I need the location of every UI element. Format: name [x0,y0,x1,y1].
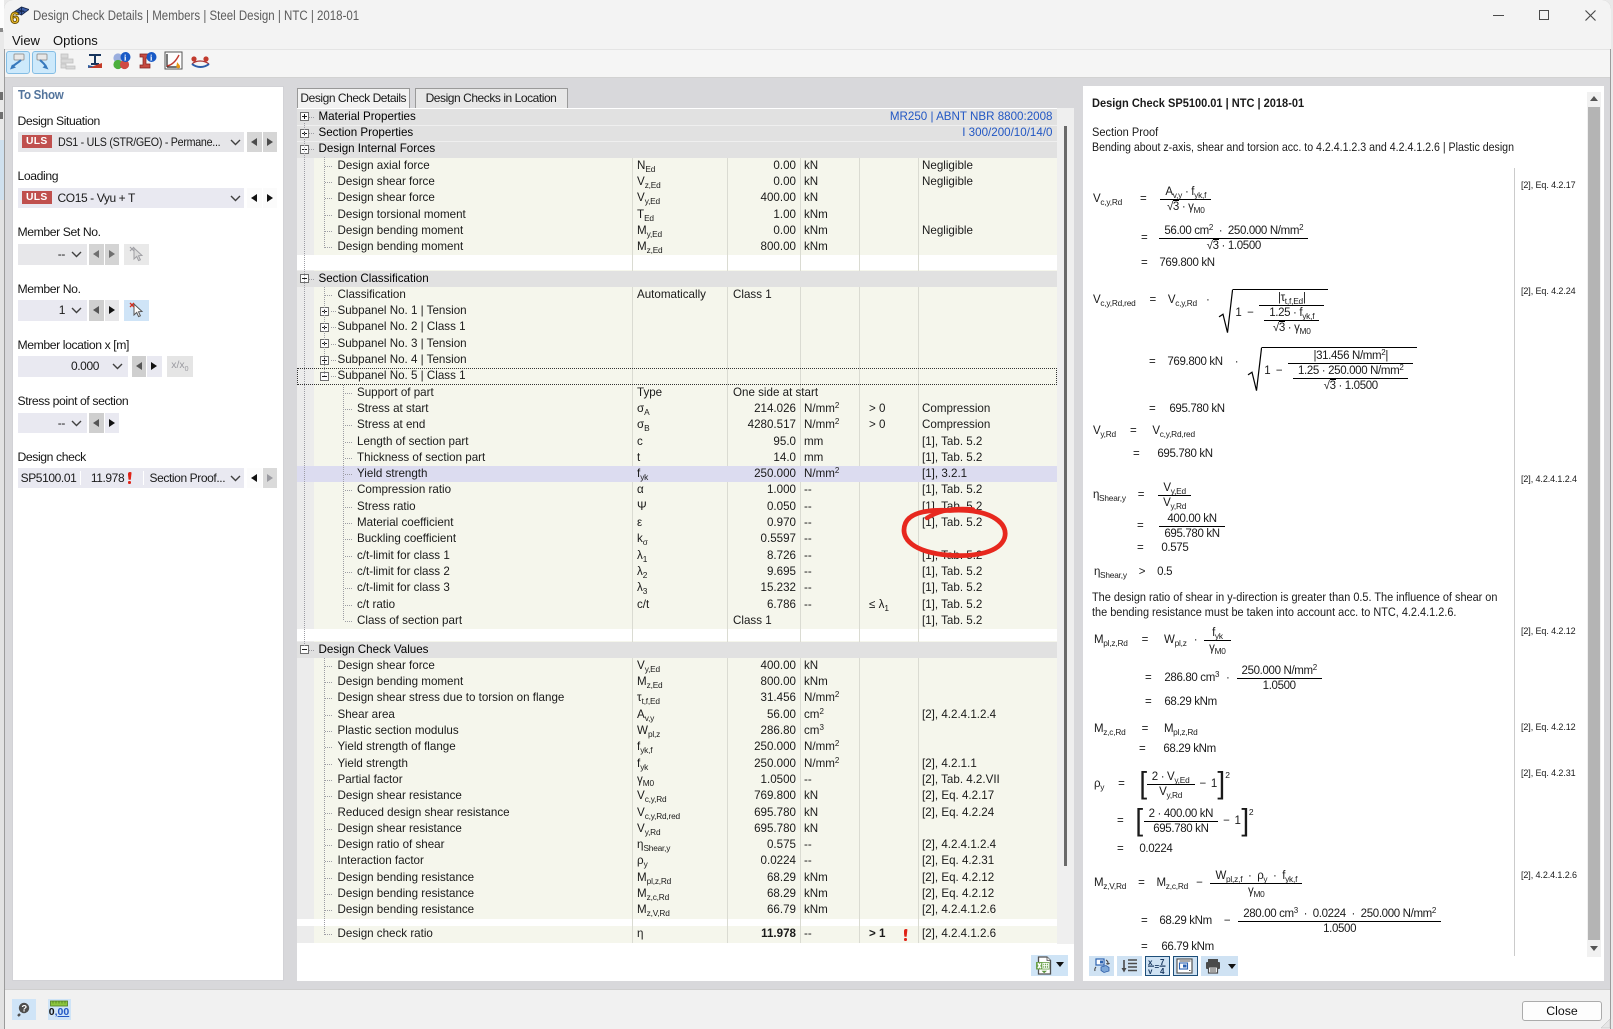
svg-text:4: 4 [1160,967,1165,974]
svg-text:?: ? [21,1004,27,1015]
svg-text:=: = [1155,963,1160,972]
svg-text:y: y [1148,967,1153,974]
svg-text:6: 6 [10,9,19,26]
